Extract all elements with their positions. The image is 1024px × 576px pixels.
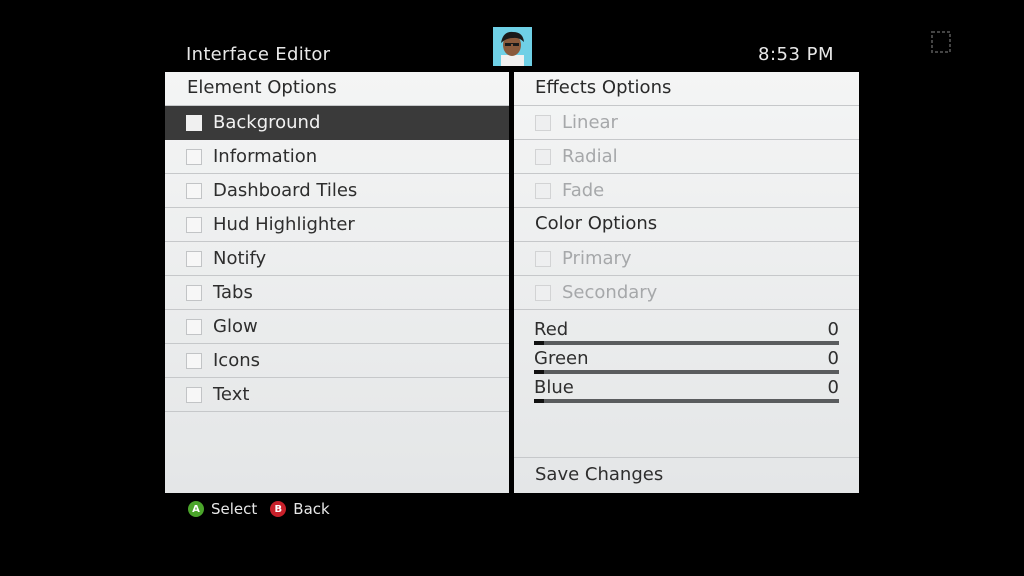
effect-option-linear[interactable]: Linear [514,106,859,140]
checkbox-icon[interactable] [535,250,551,267]
color-option-label: Secondary [562,282,658,303]
checkbox-icon[interactable] [186,284,202,301]
element-option-information[interactable]: Information [165,140,509,174]
element-option-hud-highlighter[interactable]: Hud Highlighter [165,208,509,242]
red-slider-track[interactable] [534,341,839,345]
select-hint[interactable]: Select [211,500,257,518]
green-slider-value: 0 [827,348,839,369]
checkbox-icon[interactable] [186,386,202,403]
checkbox-icon[interactable] [186,182,202,199]
green-slider-track[interactable] [534,370,839,374]
element-option-label: Background [213,112,321,133]
element-option-label: Hud Highlighter [213,214,355,235]
avatar [493,27,532,66]
effect-option-label: Fade [562,180,605,201]
b-button-icon: B [270,501,287,517]
green-slider-fill [534,370,544,374]
element-option-icons[interactable]: Icons [165,344,509,378]
avatar-image [493,27,532,66]
clock: 8:53 PM [758,44,835,65]
checkbox-icon[interactable] [186,250,202,267]
element-option-dashboard-tiles[interactable]: Dashboard Tiles [165,174,509,208]
blue-slider-track[interactable] [534,399,839,403]
red-slider-label: Red [534,319,569,340]
checkbox-icon[interactable] [186,114,202,131]
checkbox-icon[interactable] [535,284,551,301]
color-sliders: Red 0 Green 0 Blue 0 [514,310,859,405]
effect-option-label: Linear [562,112,618,133]
blue-slider-label: Blue [534,377,574,398]
red-slider-value: 0 [827,319,839,340]
element-option-notify[interactable]: Notify [165,242,509,276]
green-slider-label: Green [534,348,589,369]
element-option-text[interactable]: Text [165,378,509,412]
effects-options-heading: Effects Options [514,72,859,106]
element-options-panel: Element Options Background Information D… [165,72,509,493]
effect-option-fade[interactable]: Fade [514,174,859,208]
red-slider-fill [534,341,544,345]
blue-slider[interactable]: Blue 0 [534,376,839,405]
element-option-label: Tabs [213,282,253,303]
page-title: Interface Editor [186,44,331,65]
color-option-secondary[interactable]: Secondary [514,276,859,310]
color-option-primary[interactable]: Primary [514,242,859,276]
checkbox-icon[interactable] [186,148,202,165]
element-option-background[interactable]: Background [165,106,509,140]
element-option-glow[interactable]: Glow [165,310,509,344]
a-button-icon: A [188,501,204,517]
element-option-tabs[interactable]: Tabs [165,276,509,310]
element-option-label: Glow [213,316,258,337]
blue-slider-fill [534,399,544,403]
element-option-label: Information [213,146,318,167]
save-changes-button[interactable]: Save Changes [514,457,859,493]
guide-icon [930,30,952,54]
color-option-label: Primary [562,248,632,269]
checkbox-icon[interactable] [535,148,551,165]
effect-option-label: Radial [562,146,618,167]
element-option-label: Icons [213,350,261,371]
checkbox-icon[interactable] [186,318,202,335]
effect-option-radial[interactable]: Radial [514,140,859,174]
checkbox-icon[interactable] [535,182,551,199]
back-hint[interactable]: Back [293,500,329,518]
element-option-label: Notify [213,248,267,269]
dashboard-screen: Interface Editor 8:53 PM Element Options… [0,0,1024,576]
checkbox-icon[interactable] [186,352,202,369]
element-option-label: Dashboard Tiles [213,180,358,201]
checkbox-icon[interactable] [535,114,551,131]
checkbox-icon[interactable] [186,216,202,233]
element-option-label: Text [213,384,250,405]
red-slider[interactable]: Red 0 [534,318,839,347]
element-options-heading: Element Options [165,72,509,106]
button-hints: A Select B Back [188,500,343,518]
green-slider[interactable]: Green 0 [534,347,839,376]
color-options-heading: Color Options [514,208,859,242]
effects-options-panel: Effects Options Linear Radial Fade Color… [514,72,859,493]
blue-slider-value: 0 [827,377,839,398]
